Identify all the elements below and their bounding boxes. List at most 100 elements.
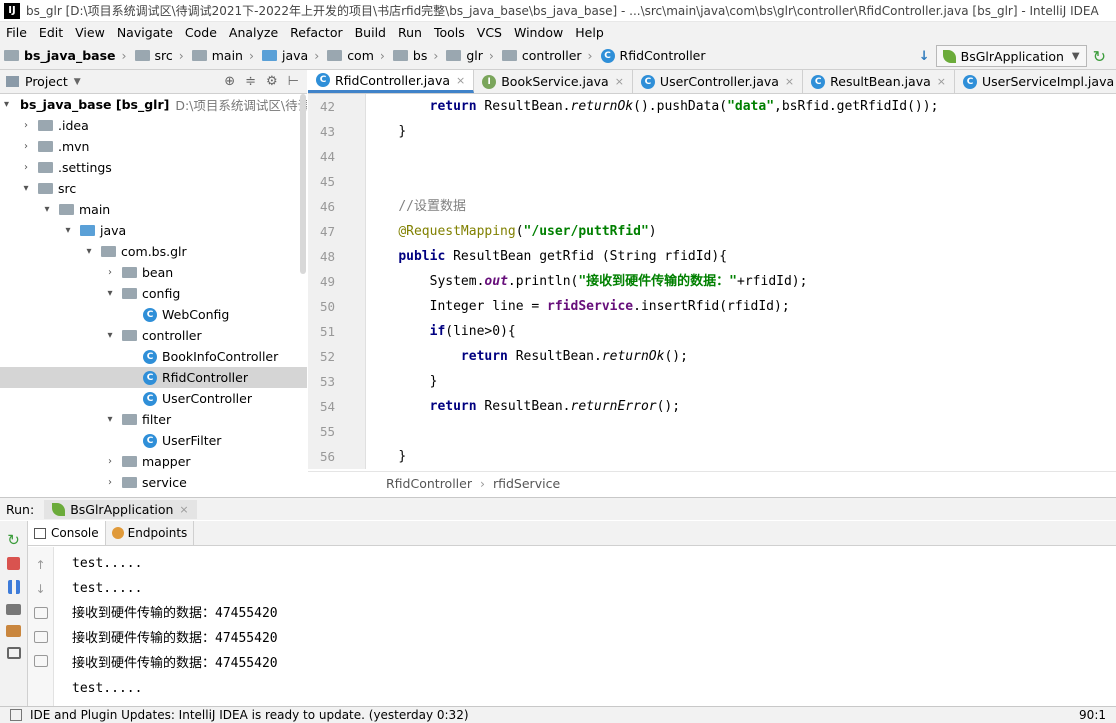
tree-item-webconfig[interactable]: C WebConfig — [0, 304, 307, 325]
close-icon[interactable]: × — [937, 75, 946, 88]
breadcrumb-java[interactable]: java › — [258, 48, 323, 63]
layout-icon[interactable] — [6, 647, 21, 659]
tree-item-root[interactable]: ▾ bs_java_base [bs_glr] D:\项目系统调试区\待调试 — [0, 94, 307, 115]
tab-userserviceimpl[interactable]: CUserServiceImpl.java× — [955, 70, 1116, 93]
menu-vcs[interactable]: VCS — [471, 25, 508, 40]
tab-label: Endpoints — [127, 526, 188, 540]
package-icon — [122, 477, 137, 488]
toggle-tool-windows-icon[interactable] — [10, 709, 22, 721]
tab-bookservice[interactable]: I BookService.java × — [474, 70, 633, 93]
menu-window[interactable]: Window — [508, 25, 569, 40]
tree-item-filter[interactable]: ▾ filter — [0, 409, 307, 430]
soft-wrap-icon[interactable] — [33, 607, 48, 619]
hide-panel-icon[interactable]: ⊢ — [288, 74, 299, 89]
tree-item-settings[interactable]: › .settings — [0, 157, 307, 178]
package-icon — [392, 50, 408, 61]
breadcrumb-bs[interactable]: bs › — [389, 48, 442, 63]
rerun-icon[interactable]: ↻ — [1093, 47, 1106, 66]
locate-icon[interactable]: ⊕ — [224, 74, 235, 89]
run-tab-label: BsGlrApplication — [70, 501, 174, 517]
breadcrumb-label: controller — [521, 48, 582, 63]
tree-item-main[interactable]: ▾ main — [0, 199, 307, 220]
tree-item-rfidcontroller[interactable]: C RfidController — [0, 367, 307, 388]
tree-item-controller[interactable]: ▾ controller — [0, 325, 307, 346]
scroll-down-icon[interactable]: ↓ — [34, 583, 48, 595]
login-icon[interactable] — [6, 625, 21, 637]
tree-item-usercontroller[interactable]: C UserController — [0, 388, 307, 409]
gear-icon[interactable]: ⚙ — [266, 74, 278, 89]
line-number: 42 — [319, 99, 335, 114]
tree-item-idea[interactable]: › .idea — [0, 115, 307, 136]
menu-build[interactable]: Build — [349, 25, 392, 40]
folder-icon — [191, 50, 207, 61]
status-message[interactable]: IDE and Plugin Updates: IntelliJ IDEA is… — [30, 708, 469, 722]
tree-item-mvn[interactable]: › .mvn — [0, 136, 307, 157]
tab-endpoints[interactable]: Endpoints — [106, 521, 195, 545]
tab-usercontroller[interactable]: C UserController.java × — [633, 70, 804, 93]
tree-item-src[interactable]: ▾ src — [0, 178, 307, 199]
editor-breadcrumb-class[interactable]: RfidController — [386, 476, 472, 491]
breadcrumb-project[interactable]: bs_java_base › — [0, 48, 131, 63]
tree-item-config[interactable]: ▾ config — [0, 283, 307, 304]
menu-navigate[interactable]: Navigate — [111, 25, 179, 40]
collapse-icon[interactable]: ≑ — [245, 74, 256, 89]
tree-item-userfilter[interactable]: C UserFilter — [0, 430, 307, 451]
close-icon[interactable]: × — [785, 75, 794, 88]
tree-item-package[interactable]: ▾ com.bs.glr — [0, 241, 307, 262]
sort-icon[interactable]: ↓ — [919, 49, 930, 64]
rerun-icon[interactable]: ↻ — [6, 531, 22, 549]
menu-edit[interactable]: Edit — [33, 25, 69, 40]
close-icon[interactable]: × — [456, 74, 465, 87]
stop-icon[interactable] — [7, 557, 20, 570]
tree-item-mapper[interactable]: › mapper — [0, 451, 307, 472]
tree-item-bookinfocontroller[interactable]: C BookInfoController — [0, 346, 307, 367]
menu-file[interactable]: File — [0, 25, 33, 40]
tab-rfidcontroller[interactable]: C RfidController.java × — [308, 70, 475, 93]
menu-tools[interactable]: Tools — [428, 25, 471, 40]
chevron-right-icon: › — [108, 267, 112, 278]
menu-code[interactable]: Code — [179, 25, 223, 40]
code-editor[interactable]: return ResultBean.returnOk().pushData("d… — [367, 94, 1116, 469]
tree-item-service[interactable]: › service — [0, 472, 307, 493]
breadcrumb-src[interactable]: src › — [131, 48, 188, 63]
tree-scrollbar[interactable] — [300, 94, 306, 274]
line-number: 56 — [319, 449, 335, 464]
project-panel-title[interactable]: Project — [25, 74, 68, 89]
camera-icon[interactable] — [6, 604, 21, 615]
menu-analyze[interactable]: Analyze — [223, 25, 284, 40]
console-tabs: Console Endpoints — [28, 521, 1116, 546]
tab-console[interactable]: Console — [28, 521, 106, 545]
navbar-right-tools: ↓ BsGlrApplication ▼ ↻ — [919, 42, 1116, 70]
console-output[interactable]: test..... test..... 接收到硬件传输的数据：47455420 … — [55, 547, 1116, 706]
tree-item-bean[interactable]: › bean — [0, 262, 307, 283]
close-icon[interactable]: × — [615, 75, 624, 88]
menu-run[interactable]: Run — [392, 25, 428, 40]
caret-position[interactable]: 90:1 — [1079, 708, 1106, 722]
code-token: returnOk — [570, 99, 634, 114]
source-folder-icon — [80, 225, 95, 236]
breadcrumb-main[interactable]: main › — [188, 48, 258, 63]
run-tab-bsglrapplication[interactable]: BsGlrApplication × — [44, 499, 197, 519]
chevron-down-icon[interactable]: ▼ — [74, 77, 81, 87]
menu-view[interactable]: View — [69, 25, 111, 40]
pause-icon[interactable] — [7, 580, 20, 594]
scroll-up-icon[interactable]: ↑ — [34, 559, 48, 571]
breadcrumb-class[interactable]: C RfidController — [597, 48, 710, 63]
code-line-49: System.out.println("接收到硬件传输的数据："+rfidId)… — [367, 269, 1116, 294]
package-icon — [122, 288, 137, 299]
print-icon[interactable] — [33, 655, 48, 667]
scroll-to-end-icon[interactable] — [33, 631, 48, 643]
breadcrumb-glr[interactable]: glr › — [442, 48, 498, 63]
breadcrumb-com[interactable]: com › — [323, 48, 389, 63]
menu-help[interactable]: Help — [569, 25, 610, 40]
breadcrumb-controller[interactable]: controller › — [498, 48, 597, 63]
spring-boot-icon — [52, 502, 66, 516]
tree-item-java[interactable]: ▾ java — [0, 220, 307, 241]
class-icon: C — [143, 349, 157, 364]
code-token: +rfidId); — [737, 274, 808, 289]
menu-refactor[interactable]: Refactor — [284, 25, 348, 40]
close-icon[interactable]: × — [179, 503, 188, 516]
tab-resultbean[interactable]: C ResultBean.java × — [803, 70, 955, 93]
run-configuration-select[interactable]: BsGlrApplication ▼ — [935, 45, 1087, 67]
editor-breadcrumb-member[interactable]: rfidService — [493, 476, 560, 491]
